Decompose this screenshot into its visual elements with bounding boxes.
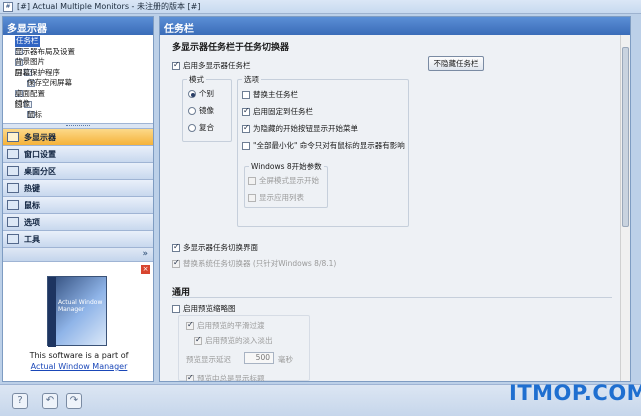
replace-main-taskbar-checkbox[interactable]: 替换主任务栏: [242, 89, 298, 100]
minimize-all-checkbox[interactable]: "全部最小化" 命令只对有鼠标的显示器有影响: [242, 140, 405, 151]
nav-icon: [7, 132, 19, 142]
tree-item-label: 屏幕保护程序: [15, 67, 60, 77]
show-app-list-checkbox[interactable]: 显示应用列表: [248, 192, 304, 203]
preview-title-checkbox[interactable]: 预览中总是显示标题: [186, 373, 265, 381]
mode-radio-individual[interactable]: 个别: [188, 88, 214, 99]
tree-item[interactable]: 桌面配置: [5, 89, 151, 100]
tree-item-label: 任务栏: [15, 36, 40, 47]
redo-icon[interactable]: ↷: [66, 393, 82, 409]
app-icon: #: [3, 1, 13, 12]
nav-icon: [7, 166, 19, 176]
tree-item[interactable]: 背景图片: [5, 57, 151, 68]
settings-tree: 任务栏 显示器布局及设置 背景图片 - 屏幕保护程序 保存空闲屏幕 桌面配置 - 镜像 鼠标: [3, 35, 153, 123]
nav-button[interactable]: 鼠标: [3, 197, 153, 214]
enable-preview-checkbox[interactable]: 启用预览缩略图: [172, 303, 236, 314]
vertical-scrollbar[interactable]: [620, 35, 630, 381]
nav-button[interactable]: 桌面分区: [3, 163, 153, 180]
tree-item[interactable]: - 屏幕保护程序: [5, 68, 151, 79]
tree-item-label: 镜像: [15, 99, 30, 108]
replace-system-switcher-checkbox[interactable]: 替换系统任务切换器 (只针对Windows 8/8.1): [172, 258, 336, 269]
watermark: ITMOP.COM: [509, 381, 641, 405]
nav-button[interactable]: 多显示器: [3, 129, 153, 146]
nav-label: 多显示器: [24, 132, 56, 142]
tree-item-label: 鼠标: [27, 109, 42, 119]
help-icon[interactable]: ?: [12, 393, 28, 409]
title-bar: # [#] Actual Multiple Monitors - 未注册的版本 …: [0, 0, 641, 14]
win8-group-label: Windows 8开始参数: [249, 161, 324, 172]
tree-item-label: 桌面配置: [15, 88, 45, 98]
section-title-taskbar: 多显示器任务栏于任务切换器: [172, 43, 290, 53]
divider: [172, 297, 612, 298]
nav-button[interactable]: 热键: [3, 180, 153, 197]
hide-taskbar-button[interactable]: 不隐藏任务栏: [428, 56, 484, 71]
nav-icon: [7, 234, 19, 244]
delay-unit: 毫秒: [278, 355, 293, 364]
start-menu-hidden-button-checkbox[interactable]: 为隐藏的开始按钮显示开始菜单: [242, 123, 358, 134]
tree-item[interactable]: 保存空闲屏幕: [5, 78, 151, 89]
tree-item[interactable]: - 镜像: [5, 99, 151, 110]
tree-item[interactable]: 任务栏: [5, 36, 151, 47]
nav-label: 热键: [24, 183, 40, 193]
nav-button[interactable]: 工具: [3, 231, 153, 248]
delay-input[interactable]: 500: [244, 352, 274, 364]
fade-checkbox[interactable]: 启用预览的淡入淡出: [194, 335, 273, 346]
left-pane-header: 多显示器: [3, 17, 153, 35]
nav-icon: [7, 183, 19, 193]
nav-button[interactable]: 窗口设置: [3, 146, 153, 163]
nav-label: 鼠标: [24, 200, 40, 210]
nav-list: 多显示器窗口设置桌面分区热键鼠标选项工具: [3, 129, 153, 248]
nav-icon: [7, 217, 19, 227]
task-switcher-checkbox[interactable]: 多显示器任务切换界面: [172, 242, 258, 253]
mode-radio-composite[interactable]: 复合: [188, 122, 214, 133]
nav-button[interactable]: 选项: [3, 214, 153, 231]
promo-panel: × Actual Window Manager This software is…: [3, 262, 153, 374]
enable-taskbar-checkbox[interactable]: 启用多显示器任务栏: [172, 60, 251, 71]
fullscreen-start-checkbox[interactable]: 全屏模式显示开始: [248, 175, 319, 186]
tree-item-label: 背景图片: [15, 57, 45, 66]
nav-icon: [7, 200, 19, 210]
nav-more-button[interactable]: »: [3, 248, 153, 262]
options-group-label: 选项: [242, 74, 261, 85]
window-title: [#] Actual Multiple Monitors - 未注册的版本 [#…: [17, 2, 201, 11]
undo-icon[interactable]: ↶: [42, 393, 58, 409]
mode-radio-mirror[interactable]: 镜像: [188, 105, 214, 116]
tree-item-label: 显示器布局及设置: [15, 46, 75, 56]
scrollbar-thumb[interactable]: [622, 47, 629, 227]
product-box-title: Actual Window Manager: [58, 299, 103, 313]
product-box-image: Actual Window Manager: [47, 276, 107, 347]
settings-panel: 多显示器任务栏于任务切换器 启用多显示器任务栏 不隐藏任务栏 模式 个别 镜像 …: [160, 35, 630, 381]
nav-icon: [7, 149, 19, 159]
tree-item[interactable]: 鼠标: [5, 110, 151, 121]
tree-item[interactable]: 显示器布局及设置: [5, 47, 151, 58]
nav-label: 选项: [24, 217, 40, 227]
mode-group-label: 模式: [187, 74, 206, 85]
promo-close-icon[interactable]: ×: [141, 265, 150, 274]
promo-text: This software is a part of: [29, 351, 129, 360]
nav-label: 工具: [24, 234, 40, 244]
enable-taskbar-box[interactable]: [172, 60, 180, 70]
right-pane: 任务栏 多显示器任务栏于任务切换器 启用多显示器任务栏 不隐藏任务栏 模式 个别…: [159, 16, 631, 382]
delay-label: 预览显示延迟: [186, 355, 231, 364]
nav-label: 窗口设置: [24, 149, 56, 159]
smooth-transition-checkbox[interactable]: 启用预览的平滑过渡: [186, 320, 265, 331]
enable-pin-checkbox[interactable]: 启用固定到任务栏: [242, 106, 313, 117]
nav-label: 桌面分区: [24, 166, 56, 176]
left-pane: 多显示器 任务栏 显示器布局及设置 背景图片 - 屏幕保护程序 保存空闲屏幕 桌面配置 - 镜像…: [2, 16, 154, 382]
tree-item-label: 保存空闲屏幕: [27, 78, 72, 87]
right-pane-header: 任务栏: [160, 17, 630, 35]
promo-link[interactable]: Actual Window Manager: [3, 362, 155, 371]
